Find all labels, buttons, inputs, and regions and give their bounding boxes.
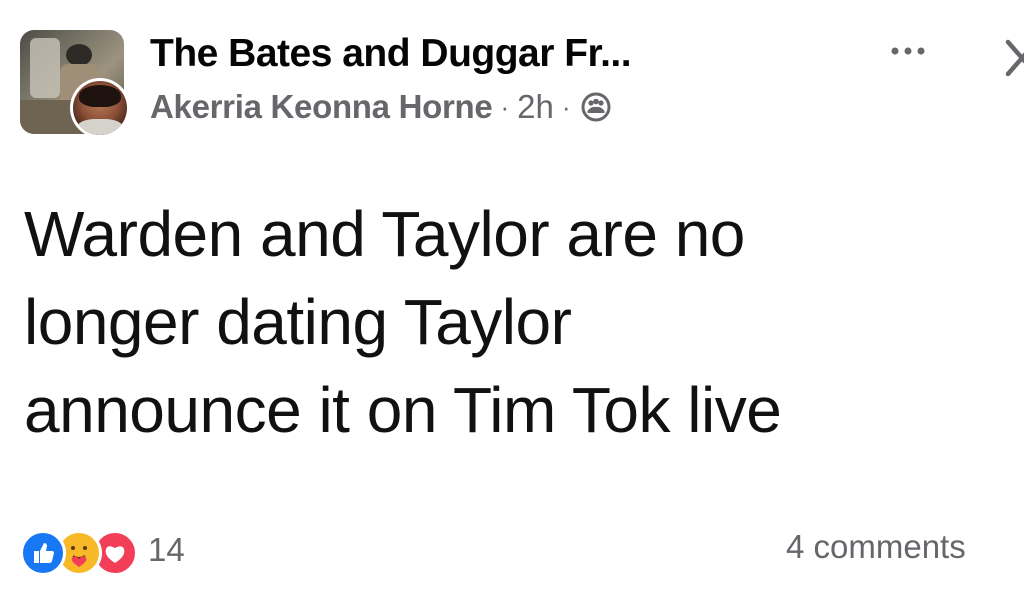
group-audience-icon[interactable] bbox=[581, 92, 611, 122]
post-text-line: longer dating Taylor bbox=[24, 286, 572, 358]
close-icon[interactable] bbox=[1002, 36, 1024, 80]
post-header: The Bates and Duggar Fr... Akerria Keonn… bbox=[18, 26, 1024, 146]
group-name-link[interactable]: The Bates and Duggar Fr... bbox=[150, 32, 632, 76]
meta-separator: · bbox=[500, 91, 510, 122]
post-timestamp[interactable]: 2h bbox=[517, 88, 554, 126]
reaction-count[interactable]: 14 bbox=[148, 531, 185, 569]
facebook-post: The Bates and Duggar Fr... Akerria Keonn… bbox=[0, 0, 1024, 597]
meta-separator: · bbox=[561, 91, 571, 122]
post-text-line: Warden and Taylor are no bbox=[24, 198, 745, 270]
more-options-icon[interactable] bbox=[878, 36, 938, 66]
reaction-icons bbox=[20, 526, 138, 576]
comments-count-link[interactable]: 4 comments bbox=[786, 528, 1024, 566]
post-body-text: Warden and Taylor are no longer dating T… bbox=[24, 190, 1014, 454]
post-meta: Akerria Keonna Horne · 2h · bbox=[150, 88, 611, 126]
author-avatar[interactable] bbox=[70, 78, 130, 138]
author-name-link[interactable]: Akerria Keonna Horne bbox=[150, 88, 493, 126]
like-icon bbox=[20, 530, 66, 576]
reactions-summary[interactable]: 14 bbox=[20, 526, 185, 576]
avatar-group[interactable] bbox=[18, 30, 130, 140]
post-text-line: announce it on Tim Tok live bbox=[24, 374, 782, 446]
